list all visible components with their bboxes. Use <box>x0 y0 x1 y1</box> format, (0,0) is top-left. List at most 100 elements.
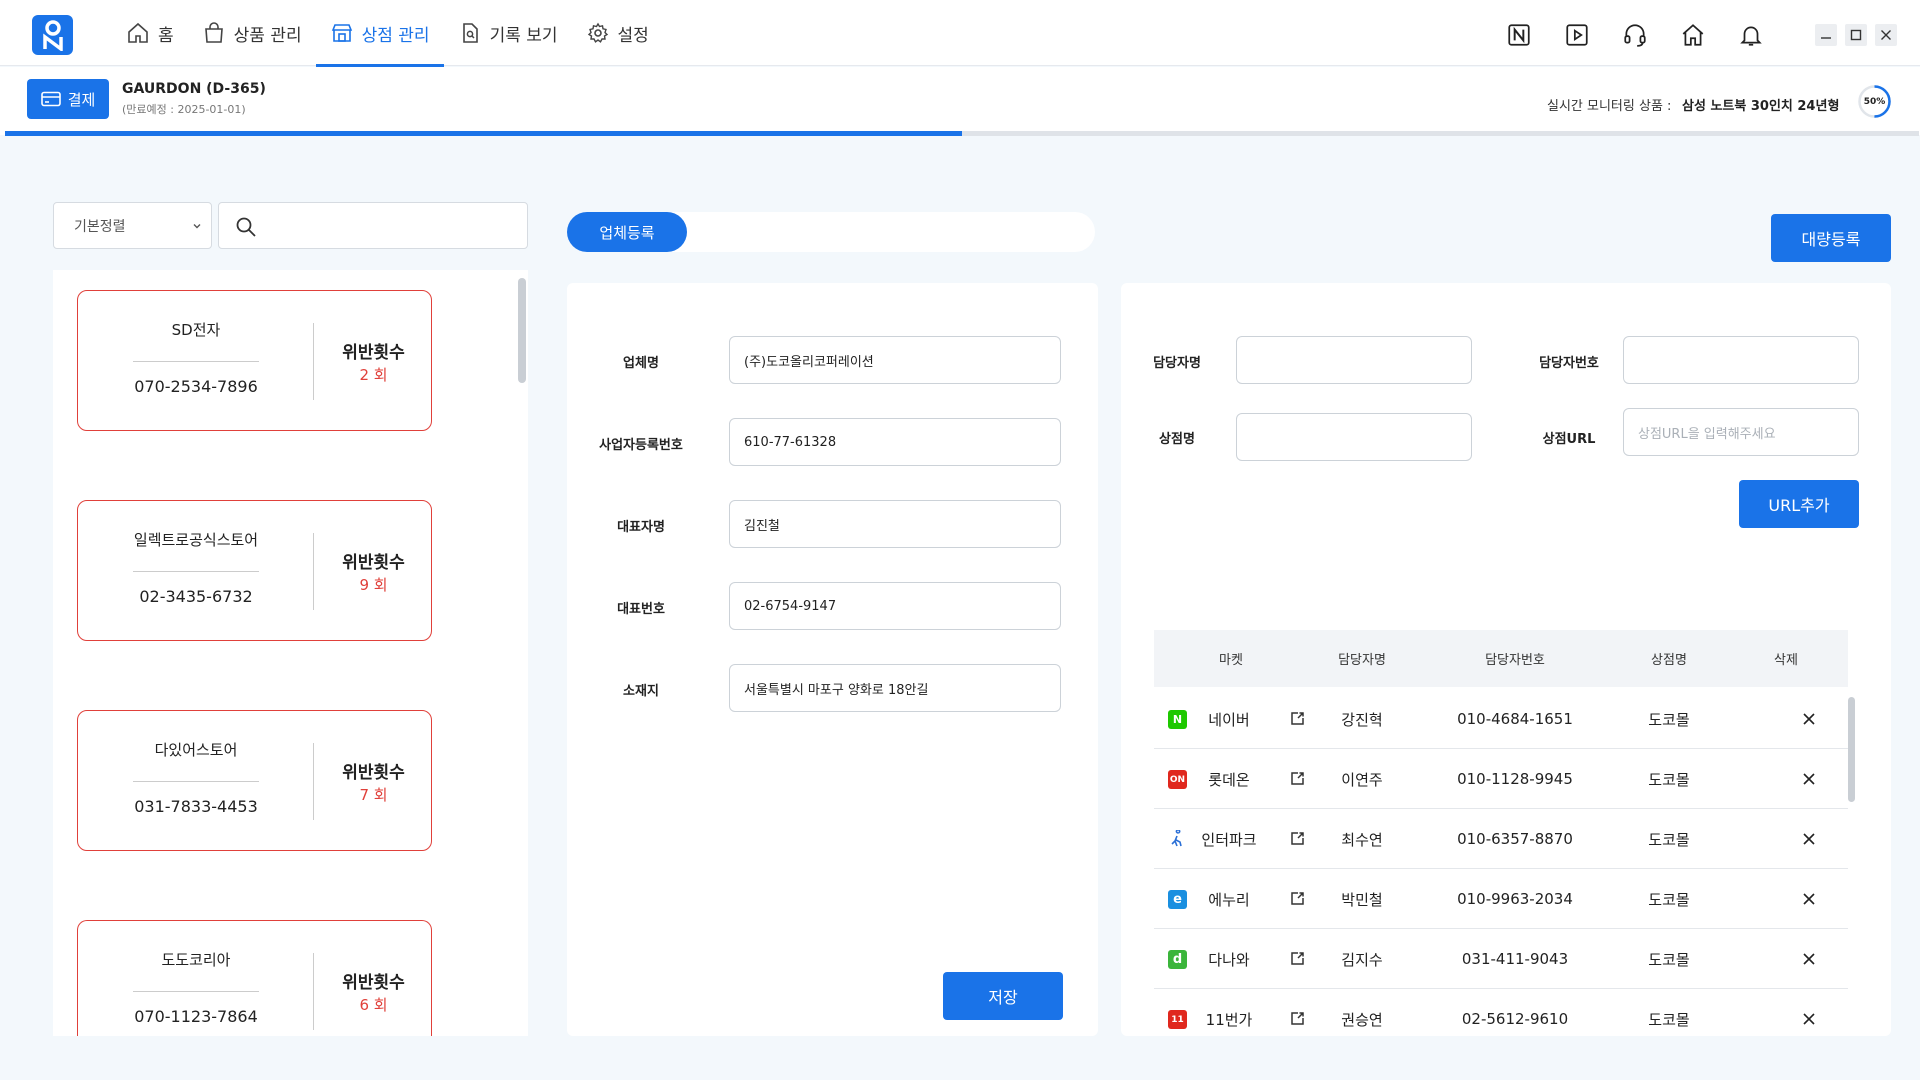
manager-name: 최수연 <box>1341 830 1383 849</box>
nav-products[interactable]: 상품 관리 <box>188 0 316 66</box>
store-list-scrollbar[interactable] <box>518 278 526 383</box>
store-card-name: 다있어스토어 <box>154 741 238 759</box>
maximize-button[interactable] <box>1845 24 1867 46</box>
support-button[interactable] <box>1620 20 1650 50</box>
store-card-phone: 070-2534-7896 <box>134 377 258 396</box>
close-window-button[interactable] <box>1875 24 1897 46</box>
external-link-icon[interactable] <box>1289 950 1306 967</box>
manager-phone: 010-1128-9945 <box>1457 770 1573 788</box>
monitor-label: 실시간 모니터링 상품 : <box>1547 99 1672 114</box>
store-card-name: SD전자 <box>171 321 221 339</box>
business-number-field[interactable]: 610-77-61328 <box>729 418 1061 466</box>
store-card[interactable]: SD전자 070-2534-7896 위반횟수 2 회 <box>77 290 432 431</box>
store-name: 도코몰 <box>1648 950 1690 969</box>
enuri-icon: e <box>1168 890 1187 909</box>
manager-phone-field[interactable] <box>1623 336 1859 384</box>
manager-name-field[interactable] <box>1236 336 1472 384</box>
play-button[interactable] <box>1562 20 1592 50</box>
store-name: 도코몰 <box>1648 890 1690 909</box>
address-field[interactable]: 서울특별시 마포구 양화로 18안길 <box>729 664 1061 712</box>
tab-company-register[interactable]: 업체등록 <box>567 212 687 252</box>
nav-home-label: 홈 <box>158 25 174 46</box>
ceo-name-field[interactable]: 김진철 <box>729 500 1061 548</box>
store-card[interactable]: 도도코리아 070-1123-7864 위반횟수 6 회 <box>77 920 432 1036</box>
store-name: 도코몰 <box>1648 830 1690 849</box>
header-phone: 담당자번호 <box>1485 653 1545 668</box>
business-number-label: 사업자등록번호 <box>599 438 683 453</box>
manager-phone-label: 담당자번호 <box>1539 356 1599 371</box>
monitoring-progress-fill <box>5 131 962 136</box>
store-card-name: 일렉트로공식스토어 <box>133 531 259 549</box>
add-url-button[interactable]: URL추가 <box>1739 480 1859 528</box>
manager-name: 강진혁 <box>1341 710 1383 729</box>
save-button[interactable]: 저장 <box>943 972 1063 1020</box>
store-card-divider <box>133 991 259 992</box>
market-name: 네이버 <box>1208 710 1250 729</box>
company-name-field[interactable]: (주)도코올리코퍼레이션 <box>729 336 1061 384</box>
market-table-scrollbar[interactable] <box>1848 697 1855 802</box>
violation-count: 6 회 <box>359 996 388 1014</box>
plan-name: GAURDON (D-365) <box>122 81 266 97</box>
monitoring-progress-bar <box>5 131 1919 136</box>
main-phone-field[interactable]: 02-6754-9147 <box>729 582 1061 630</box>
nav-stores[interactable]: 상점 관리 <box>315 0 444 67</box>
search-icon <box>236 217 256 237</box>
manager-phone: 010-9963-2034 <box>1457 890 1573 908</box>
violation-label: 위반횟수 <box>342 343 405 363</box>
minimize-button[interactable] <box>1815 24 1837 46</box>
external-link-icon[interactable] <box>1289 830 1306 847</box>
interpark-icon <box>1168 830 1187 849</box>
manager-name: 이연주 <box>1341 770 1383 789</box>
progress-percent: 50% <box>1863 96 1886 107</box>
table-row: e 에누리 박민철 010-9963-2034 도코몰 <box>1154 869 1848 929</box>
bulk-register-button[interactable]: 대량등록 <box>1771 214 1891 262</box>
delete-x-icon[interactable] <box>1802 832 1816 846</box>
manager-phone: 02-5612-9610 <box>1461 1010 1569 1028</box>
store-card[interactable]: 일렉트로공식스토어 02-3435-6732 위반횟수 9 회 <box>77 500 432 641</box>
store-card[interactable]: 다있어스토어 031-7833-4453 위반횟수 7 회 <box>77 710 432 851</box>
company-name-label: 업체명 <box>623 356 659 371</box>
naver-n-icon <box>1508 24 1530 46</box>
delete-x-icon[interactable] <box>1802 712 1816 726</box>
progress-ring: 50% <box>1857 84 1892 119</box>
delete-x-icon[interactable] <box>1802 1012 1816 1026</box>
company-form-panel <box>567 283 1098 1036</box>
search-input[interactable] <box>218 202 528 249</box>
header-manager: 담당자명 <box>1338 653 1386 668</box>
payment-button[interactable]: 결제 <box>27 79 109 119</box>
table-row: 인터파크 최수연 010-6357-8870 도코몰 <box>1154 809 1848 869</box>
external-link-icon[interactable] <box>1289 710 1306 727</box>
manager-name: 박민철 <box>1341 890 1383 909</box>
nav-stores-label: 상점 관리 <box>361 25 430 46</box>
main-nav: 홈 상품 관리 상점 관리 기록 보기 설정 <box>112 0 663 67</box>
store-card-divider <box>133 781 259 782</box>
nav-home[interactable]: 홈 <box>112 0 188 66</box>
delete-x-icon[interactable] <box>1802 772 1816 786</box>
store-url-field[interactable]: 상점URL을 입력해주세요 <box>1623 408 1859 456</box>
sort-select[interactable]: 기본정렬 <box>53 202 212 249</box>
header-market: 마켓 <box>1219 653 1243 668</box>
market-name: 11번가 <box>1205 1010 1253 1029</box>
external-link-icon[interactable] <box>1289 890 1306 907</box>
external-link-icon[interactable] <box>1289 770 1306 787</box>
app-logo[interactable] <box>32 15 73 55</box>
notification-button[interactable] <box>1736 20 1766 50</box>
nav-settings-label: 설정 <box>617 25 649 46</box>
window-controls <box>1815 24 1897 46</box>
violation-label: 위반횟수 <box>342 553 405 573</box>
nav-settings[interactable]: 설정 <box>572 0 663 66</box>
delete-x-icon[interactable] <box>1802 892 1816 906</box>
monitor-product: 삼성 노트북 30인치 24년형 <box>1682 99 1840 114</box>
gear-icon <box>587 22 608 43</box>
maximize-icon <box>1850 29 1862 41</box>
naver-n-button[interactable] <box>1504 20 1534 50</box>
violation-label: 위반횟수 <box>342 763 405 783</box>
document-search-icon <box>462 23 478 43</box>
home-shortcut-button[interactable] <box>1678 20 1708 50</box>
manager-phone: 031-411-9043 <box>1461 950 1569 968</box>
delete-x-icon[interactable] <box>1802 952 1816 966</box>
store-name-field[interactable] <box>1236 413 1472 461</box>
external-link-icon[interactable] <box>1289 1010 1306 1027</box>
violation-count: 2 회 <box>359 366 388 384</box>
nav-records[interactable]: 기록 보기 <box>444 0 572 66</box>
